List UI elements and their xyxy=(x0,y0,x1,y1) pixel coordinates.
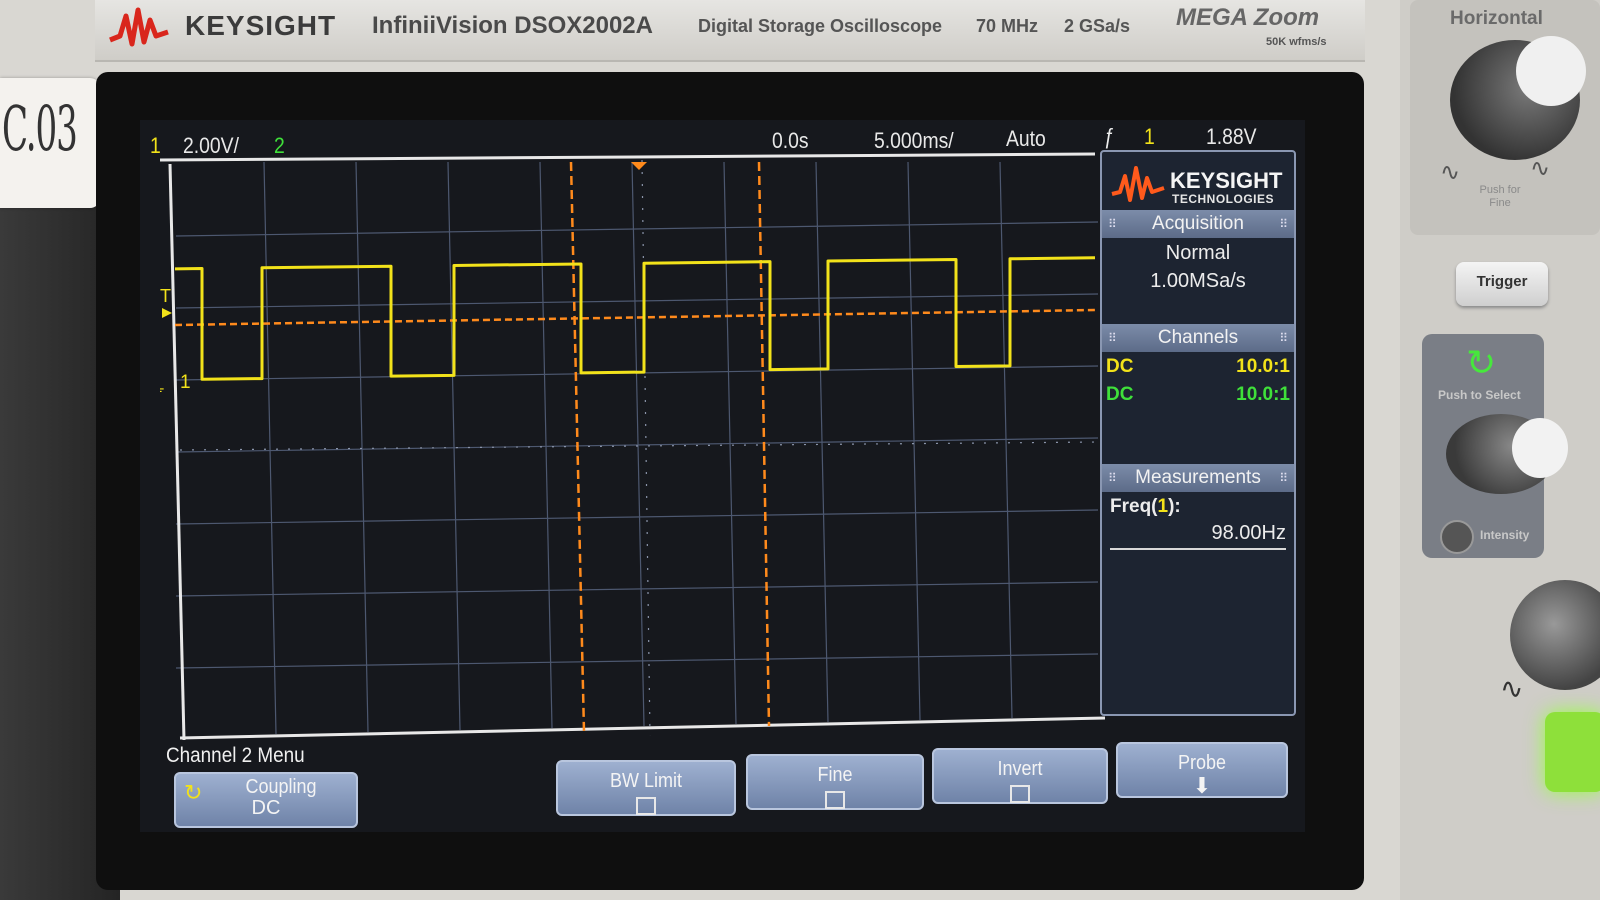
horizontal-title: Horizontal xyxy=(1450,8,1543,29)
panel-logo-subtext: TECHNOLOGIES xyxy=(1172,192,1275,206)
fine-softkey[interactable]: Fine xyxy=(746,754,924,810)
grid-line-horizontal xyxy=(175,437,1099,453)
measurement-divider xyxy=(1110,548,1286,550)
waveform-graticule: T 1 ⏚ xyxy=(160,152,1105,740)
panel-logo-text: KEYSIGHT xyxy=(1170,168,1283,193)
acquisition-header-label: Acquisition xyxy=(1152,213,1244,234)
trigger-source: 1 xyxy=(1144,124,1155,149)
center-axis-vertical xyxy=(641,159,651,737)
drag-handle-icon: ⠿ xyxy=(1279,217,1288,231)
submenu-arrow-icon: ⬇ xyxy=(1192,773,1212,798)
cursor-x2 xyxy=(757,161,771,727)
push-to-select-icon: ↻ xyxy=(1466,342,1497,383)
channel-led-button[interactable] xyxy=(1545,712,1600,792)
cursor-x1 xyxy=(569,161,586,733)
ch2-probe-ratio: 10.0:1 xyxy=(1236,384,1290,405)
model-description: Digital Storage Oscilloscope xyxy=(698,16,943,36)
measurement-name-end: ): xyxy=(1168,496,1181,517)
grid-line-vertical xyxy=(631,161,645,727)
wave-wide-icon: ∿ xyxy=(1530,155,1551,182)
channels-header-label: Channels xyxy=(1157,327,1239,348)
measurement-source: 1 xyxy=(1157,496,1169,517)
model-sample-rate: 2 GSa/s xyxy=(1064,16,1131,36)
bw-limit-checkbox[interactable] xyxy=(636,797,656,815)
center-axis-horizontal xyxy=(179,441,1101,451)
measurement-label: Freq(1): xyxy=(1110,496,1181,518)
asset-sticker-text: C.03 xyxy=(2,92,78,165)
invert-softkey[interactable]: Invert xyxy=(932,748,1108,804)
intensity-button[interactable] xyxy=(1440,520,1474,554)
grid-line-horizontal xyxy=(175,581,1099,597)
megazoom-subtitle: 50K wfms/s xyxy=(1266,36,1327,48)
acquisition-header[interactable]: ⠿ Acquisition ⠿ xyxy=(1102,210,1294,238)
measurement-value: 98.00Hz xyxy=(1211,522,1287,544)
channels-header[interactable]: ⠿ Channels ⠿ xyxy=(1102,324,1294,352)
info-sidebar: KEYSIGHT TECHNOLOGIES ⠿ Acquisition ⠿ Norm… xyxy=(1100,150,1296,716)
drag-handle-icon: ⠿ xyxy=(1279,331,1288,345)
trigger-position-marker-icon xyxy=(631,162,647,170)
invert-checkbox[interactable] xyxy=(1010,785,1030,803)
ch1-ground-marker: 1 xyxy=(180,372,191,393)
grid-line-vertical xyxy=(263,161,277,735)
probe-softkey[interactable]: Probe ⬇ xyxy=(1116,742,1288,798)
intensity-label: Intensity xyxy=(1480,528,1530,542)
push-to-select-label: Push to Select xyxy=(1438,388,1521,402)
coupling-softkey[interactable]: ↻ Coupling DC xyxy=(174,772,358,828)
wave-narrow-icon: ∿ xyxy=(1440,159,1461,186)
model-bandwidth: 70 MHz xyxy=(976,16,1039,36)
screen-top-border xyxy=(160,152,1096,162)
grid-line-horizontal xyxy=(175,293,1099,309)
rotate-knob-icon: ↻ xyxy=(184,780,203,805)
trigger-mode: Auto xyxy=(1006,126,1046,151)
fine-checkbox[interactable] xyxy=(825,791,845,809)
grid-line-vertical xyxy=(539,161,553,729)
trigger-button[interactable]: Trigger xyxy=(1456,262,1548,306)
grid-line-horizontal xyxy=(175,221,1099,237)
acquisition-rate: 1.00MSa/s xyxy=(1150,270,1246,292)
probe-label: Probe xyxy=(1177,752,1227,774)
megazoom-logo: MEGA Zoom xyxy=(1176,4,1320,31)
ch1-coupling: DC xyxy=(1106,356,1134,377)
bw-limit-softkey[interactable]: BW Limit xyxy=(556,760,736,816)
panel-logo-icon xyxy=(1111,166,1165,202)
grid-line-vertical xyxy=(355,161,369,733)
horizontal-knob-cap[interactable] xyxy=(1516,36,1586,106)
trigger-level: 1.88V xyxy=(1206,124,1257,149)
screen-bottom-border xyxy=(179,716,1105,740)
measurements-header[interactable]: ⠿ Measurements ⠿ xyxy=(1102,464,1294,492)
model-name: InfiniiVision DSOX2002A xyxy=(372,12,653,39)
push-for-fine-label: Push for Fine xyxy=(1479,184,1521,209)
drag-handle-icon: ⠿ xyxy=(1279,471,1288,485)
trigger-slope-icon: ƒ xyxy=(1104,124,1115,149)
invert-label: Invert xyxy=(997,758,1043,780)
drag-handle-icon: ⠿ xyxy=(1108,331,1117,345)
drag-handle-icon: ⠿ xyxy=(1108,217,1117,231)
grid-line-vertical xyxy=(447,161,461,731)
grid-line-horizontal xyxy=(175,509,1099,525)
keysight-logo-icon xyxy=(109,7,169,47)
panel-logo: KEYSIGHT TECHNOLOGIES xyxy=(1110,160,1288,210)
coupling-label: Coupling xyxy=(245,776,317,798)
ch1-probe-ratio: 10.0:1 xyxy=(1236,356,1290,377)
trigger-level-marker: T xyxy=(160,286,171,306)
wave-icon: ∿ xyxy=(1500,673,1524,704)
bw-limit-label: BW Limit xyxy=(610,770,682,792)
entry-knob-cap[interactable] xyxy=(1512,418,1568,478)
acquisition-mode: Normal xyxy=(1165,242,1231,264)
graticule-grid xyxy=(175,161,1099,735)
trigger-level-arrow-icon xyxy=(162,308,172,318)
drag-handle-icon: ⠿ xyxy=(1108,471,1117,485)
grid-line-horizontal xyxy=(175,653,1099,669)
measurement-name: Freq( xyxy=(1110,496,1158,517)
ch1-ground-icon: ⏚ xyxy=(160,378,167,399)
ch2-coupling: DC xyxy=(1106,384,1134,405)
coupling-value: DC xyxy=(251,797,281,819)
fine-label: Fine xyxy=(817,764,853,786)
measurements-header-label: Measurements xyxy=(1135,467,1261,488)
softkey-menu-title: Channel 2 Menu xyxy=(166,744,305,767)
brand-name: KEYSIGHT xyxy=(185,10,337,41)
asset-sticker: C.03 xyxy=(0,78,100,208)
